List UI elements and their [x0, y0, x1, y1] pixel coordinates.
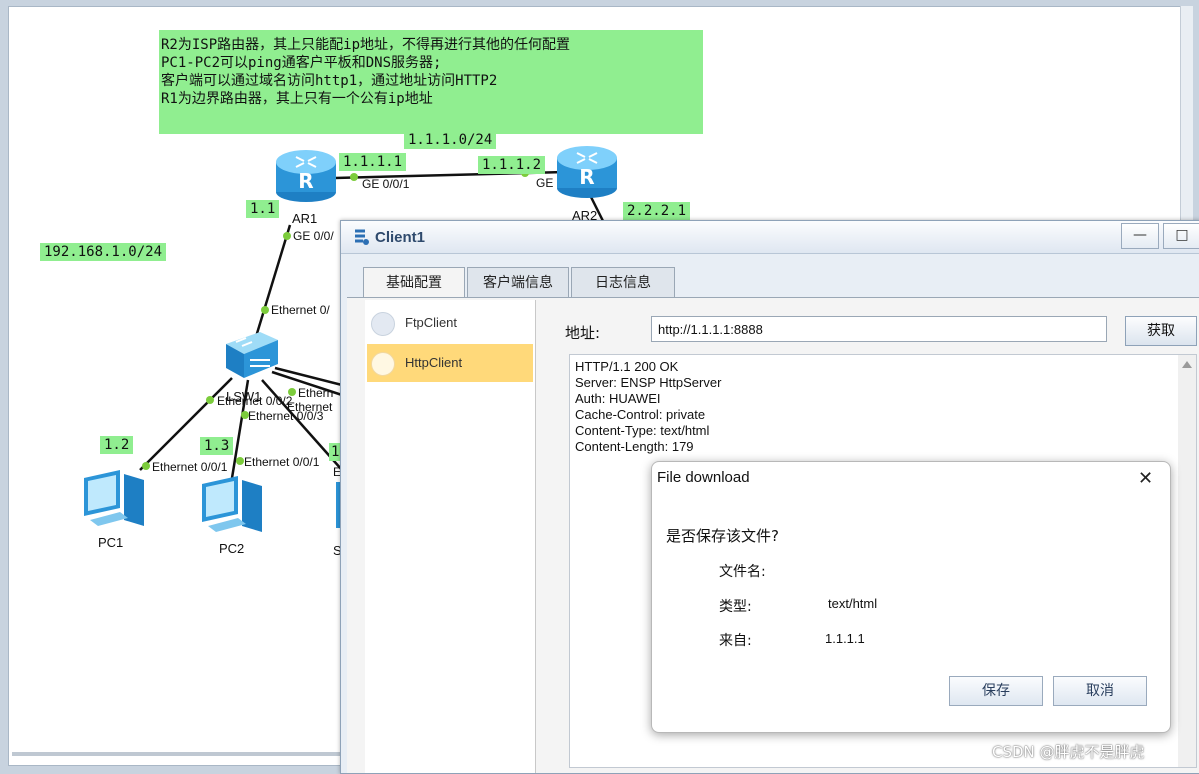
router-icon: R [276, 150, 336, 202]
scroll-up-arrow-icon[interactable] [1182, 361, 1192, 368]
tab-log-info[interactable]: 日志信息 [571, 267, 675, 298]
port-dot-sw-up [261, 306, 269, 314]
sw-p5-port-label: Ethernet [287, 400, 333, 414]
list-item-label: HttpClient [405, 355, 463, 370]
note-line-4: R1为边界路由器，其上只有一个公有ip地址 [161, 91, 433, 107]
pc1-name: PC1 [98, 535, 124, 550]
circle-icon [371, 312, 395, 336]
close-icon[interactable]: ✕ [1138, 468, 1153, 489]
response-line: Auth: HUAWEI [575, 391, 661, 406]
response-line: Server: ENSP HttpServer [575, 375, 722, 390]
topology-note[interactable]: R2为ISP路由器，其上只能配ip地址，不得再进行其他的任何配置 PC1-PC2… [159, 30, 703, 134]
address-input[interactable]: http://1.1.1.1:8888 [651, 316, 1107, 342]
router-icon: R [557, 146, 617, 198]
pc2-device[interactable] [198, 474, 268, 544]
response-line: Content-Length: 179 [575, 439, 694, 454]
tab-client-info[interactable]: 客户端信息 [467, 267, 569, 298]
circle-icon [371, 352, 395, 376]
response-line: HTTP/1.1 200 OK [575, 359, 679, 374]
port-dot-pc2 [236, 457, 244, 465]
router-ar1[interactable]: R [274, 146, 338, 208]
link-sw-pc1 [139, 377, 233, 471]
r1-wan-ip-label[interactable]: 1.1.1.1 [339, 153, 407, 171]
switch-lsw1-name: LSW1 [226, 389, 262, 404]
switch-icon [226, 332, 278, 378]
svg-text:R: R [579, 165, 594, 189]
r2-wan-ip-label[interactable]: 1.1.1.2 [478, 156, 546, 174]
port-dot-r1-wan [350, 173, 358, 181]
note-line-1: R2为ISP路由器，其上只能配ip地址，不得再进行其他的任何配置 [161, 37, 570, 53]
client-app-icon [355, 229, 369, 245]
minimize-button[interactable]: — [1121, 223, 1159, 249]
get-button[interactable]: 获取 [1125, 316, 1197, 346]
pc1-ip-label[interactable]: 1.2 [100, 436, 134, 454]
note-line-2: PC1-PC2可以ping通客户平板和DNS服务器; [161, 55, 442, 71]
dialog-title: File download [657, 469, 750, 486]
response-scrollbar[interactable] [1178, 355, 1196, 767]
save-button[interactable]: 保存 [949, 676, 1043, 706]
from-value: 1.1.1.1 [825, 631, 865, 646]
port-dot-sw-p2 [206, 396, 214, 404]
sw-up-port-label: Ethernet 0/ [271, 303, 330, 317]
link-r1-sw [253, 224, 292, 341]
pc2-port-label: Ethernet 0/0/1 [244, 455, 320, 469]
pc2-ip-label[interactable]: 1.3 [200, 437, 234, 455]
r2-other-ip-label[interactable]: 2.2.2.1 [623, 202, 691, 220]
list-item-label: FtpClient [405, 315, 458, 330]
router-ar2[interactable]: R [555, 142, 619, 204]
client-type-list: FtpClient HttpClient [365, 300, 536, 773]
type-label: 类型: [719, 599, 752, 615]
note-line-3: 客户端可以通过域名访问http1，通过地址访问HTTP2 [161, 73, 498, 89]
svg-text:R: R [298, 169, 313, 193]
port-dot-r1-lan [283, 232, 291, 240]
router-ar1-name: AR1 [292, 211, 318, 226]
pc1-device[interactable] [80, 468, 150, 538]
pc-icon [202, 476, 262, 532]
maximize-button[interactable]: □ [1163, 223, 1199, 249]
switch-lsw1[interactable] [220, 326, 280, 386]
pc-icon [84, 470, 144, 526]
file-download-dialog: File download ✕ 是否保存该文件? 文件名: 类型: text/h… [651, 461, 1171, 733]
client1-titlebar[interactable]: Client1 — □ [341, 221, 1199, 254]
sw-p4-port-label: Ethern [298, 386, 334, 400]
lan-net-label[interactable]: 192.168.1.0/24 [40, 243, 167, 261]
pc1-port-label: Ethernet 0/0/1 [152, 460, 228, 474]
filename-label: 文件名: [719, 564, 766, 580]
address-label: 地址: [565, 324, 601, 342]
type-value: text/html [828, 596, 878, 611]
wan-net-label[interactable]: 1.1.1.0/24 [404, 131, 497, 149]
response-line: Cache-Control: private [575, 407, 706, 422]
r1-lan-port-label: GE 0/0/ [293, 229, 334, 243]
window-title: Client1 [375, 229, 426, 246]
pc2-name: PC2 [219, 541, 245, 556]
list-item-ftpclient[interactable]: FtpClient [367, 304, 533, 342]
cancel-button[interactable]: 取消 [1053, 676, 1147, 706]
list-item-httpclient[interactable]: HttpClient [367, 344, 533, 382]
from-label: 来自: [719, 633, 752, 649]
watermark: CSDN @胖虎不是胖虎 [992, 743, 1145, 761]
response-line: Content-Type: text/html [575, 423, 710, 438]
r1-wan-port-label: GE 0/0/1 [362, 177, 410, 191]
dialog-question: 是否保存该文件? [666, 527, 779, 545]
tab-basic-config[interactable]: 基础配置 [363, 267, 465, 298]
